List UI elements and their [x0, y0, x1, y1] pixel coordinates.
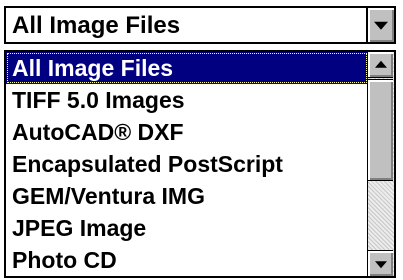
- list-item-gem-ventura-img[interactable]: GEM/Ventura IMG: [6, 180, 368, 212]
- scrollbar-thumb[interactable]: [368, 79, 393, 181]
- arrow-down-icon: [374, 260, 387, 268]
- dropdown-button[interactable]: [366, 8, 394, 42]
- list-item-autocad-dxf[interactable]: AutoCAD® DXF: [6, 116, 368, 148]
- combobox-selected-value: All Image Files: [12, 12, 181, 39]
- file-type-dropdown-list[interactable]: All Image Files TIFF 5.0 Images AutoCAD®…: [4, 50, 396, 278]
- scroll-up-button[interactable]: [368, 52, 393, 78]
- list-item-all-image-files[interactable]: All Image Files: [6, 52, 368, 84]
- scroll-down-button[interactable]: [368, 250, 393, 276]
- arrow-up-icon: [374, 60, 387, 68]
- vertical-scrollbar[interactable]: [367, 52, 394, 276]
- list-item-tiff[interactable]: TIFF 5.0 Images: [6, 84, 368, 116]
- chevron-down-icon: [374, 21, 388, 30]
- list-item-encapsulated-postscript[interactable]: Encapsulated PostScript: [6, 148, 368, 180]
- list-item-photo-cd[interactable]: Photo CD: [6, 244, 368, 276]
- file-type-list: All Image Files TIFF 5.0 Images AutoCAD®…: [6, 52, 368, 276]
- list-item-jpeg-image[interactable]: JPEG Image: [6, 212, 368, 244]
- file-type-combobox[interactable]: All Image Files: [4, 6, 396, 44]
